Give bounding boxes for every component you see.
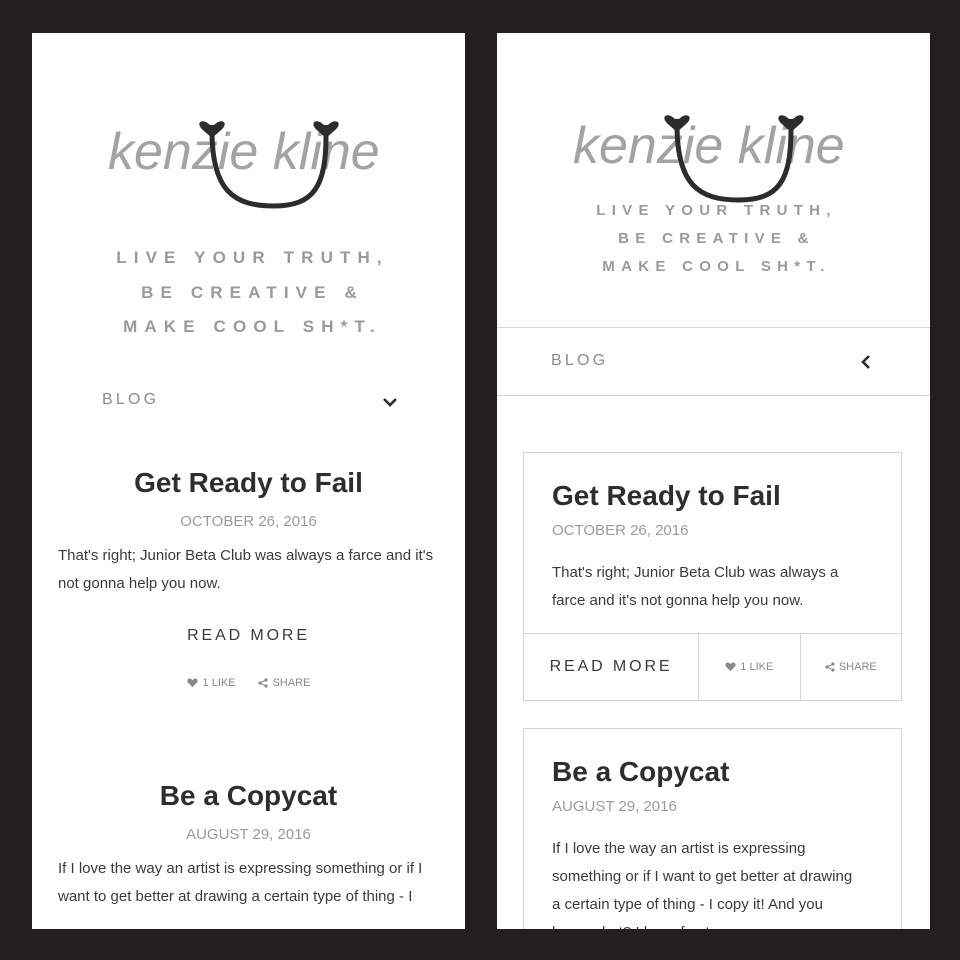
share-button[interactable]: SHARE [799, 634, 901, 700]
tagline-line-3: MAKE COOL SH*T. [123, 317, 382, 336]
card-actions: READ MORE 1 LIKE SHARE [524, 633, 901, 700]
card-view-expanded: kenzie kline LIVE YOUR TRUTH, BE CREATIV… [497, 33, 930, 929]
post-date: AUGUST 29, 2016 [552, 798, 677, 815]
excerpt-line: That's right; Junior Beta Club was alway… [552, 564, 839, 581]
tagline-line-2: BE CREATIVE & [141, 282, 364, 302]
post-preview: Get Ready to Fail OCTOBER 26, 2016 That'… [32, 467, 465, 689]
share-label: SHARE [272, 677, 311, 689]
share-label: SHARE [838, 661, 877, 673]
excerpt-line: If I love the way an artist is expressin… [552, 840, 806, 857]
nav-blog-link[interactable]: BLOG [102, 391, 159, 409]
read-more-label: READ MORE [549, 658, 673, 675]
heart-icon [186, 678, 198, 688]
read-more-button[interactable]: READ MORE [524, 634, 698, 700]
post-title[interactable]: Get Ready to Fail [32, 467, 465, 499]
logo-wordmark: kenzie kline [108, 123, 380, 181]
post-excerpt: That's right; Junior Beta Club was alway… [552, 559, 873, 615]
like-count: 1 LIKE [740, 661, 774, 673]
share-button[interactable]: SHARE [257, 677, 311, 689]
tagline: LIVE YOUR TRUTH, BE CREATIVE & MAKE COOL… [32, 241, 465, 345]
like-button[interactable]: 1 LIKE [186, 677, 236, 689]
excerpt-line: something or if I want to get better at … [552, 868, 853, 885]
post-preview: Be a Copycat AUGUST 29, 2016 If I love t… [32, 780, 465, 911]
post-excerpt: That's right; Junior Beta Club was alway… [32, 542, 465, 598]
heart-icon [725, 662, 736, 672]
excerpt-line: a certain type of thing - I copy it! And… [552, 896, 823, 913]
post-excerpt: If I love the way an artist is expressin… [552, 835, 873, 929]
post-card: Get Ready to Fail OCTOBER 26, 2016 That'… [523, 452, 902, 701]
tagline-line-2: BE CREATIVE & [618, 230, 815, 247]
nav-blog-link[interactable]: BLOG [551, 352, 608, 370]
post-excerpt: If I love the way an artist is expressin… [32, 855, 465, 911]
nav-bar[interactable]: BLOG [497, 327, 930, 396]
post-date: OCTOBER 26, 2016 [552, 522, 689, 539]
tagline-line-3: MAKE COOL SH*T. [602, 258, 831, 275]
post-title[interactable]: Be a Copycat [32, 780, 465, 812]
excerpt-line: That's right; Junior Beta Club was alway… [58, 547, 434, 564]
read-more-link[interactable]: READ MORE [187, 627, 310, 645]
tagline-line-1: LIVE YOUR TRUTH, [116, 248, 389, 267]
share-icon [257, 678, 268, 688]
tagline: LIVE YOUR TRUTH, BE CREATIVE & MAKE COOL… [497, 197, 930, 281]
post-date: OCTOBER 26, 2016 [180, 513, 317, 530]
tagline-line-1: LIVE YOUR TRUTH, [596, 202, 837, 219]
post-title[interactable]: Get Ready to Fail [552, 480, 901, 512]
share-icon [825, 662, 835, 672]
post-card: Be a Copycat AUGUST 29, 2016 If I love t… [523, 728, 902, 929]
excerpt-line: know what? I have fun too. [552, 919, 873, 929]
post-date: AUGUST 29, 2016 [186, 826, 311, 843]
site-logo[interactable]: kenzie kline [569, 85, 859, 215]
site-logo[interactable]: kenzie kline [104, 91, 394, 221]
chevron-left-icon[interactable] [859, 354, 873, 370]
excerpt-line: not gonna help you now. [58, 575, 221, 592]
mobile-view-collapsed: kenzie kline LIVE YOUR TRUTH, BE CREATIV… [32, 33, 465, 929]
like-button[interactable]: 1 LIKE [698, 634, 799, 700]
post-title[interactable]: Be a Copycat [552, 756, 901, 788]
excerpt-line: want to get better at drawing a certain … [58, 888, 413, 905]
like-count: 1 LIKE [202, 677, 236, 689]
chevron-down-icon[interactable] [382, 394, 398, 410]
logo-wordmark: kenzie kline [573, 117, 845, 175]
excerpt-line: farce and it's not gonna help you now. [552, 592, 804, 609]
excerpt-line: If I love the way an artist is expressin… [58, 860, 423, 877]
post-actions: 1 LIKE SHARE [32, 677, 465, 689]
